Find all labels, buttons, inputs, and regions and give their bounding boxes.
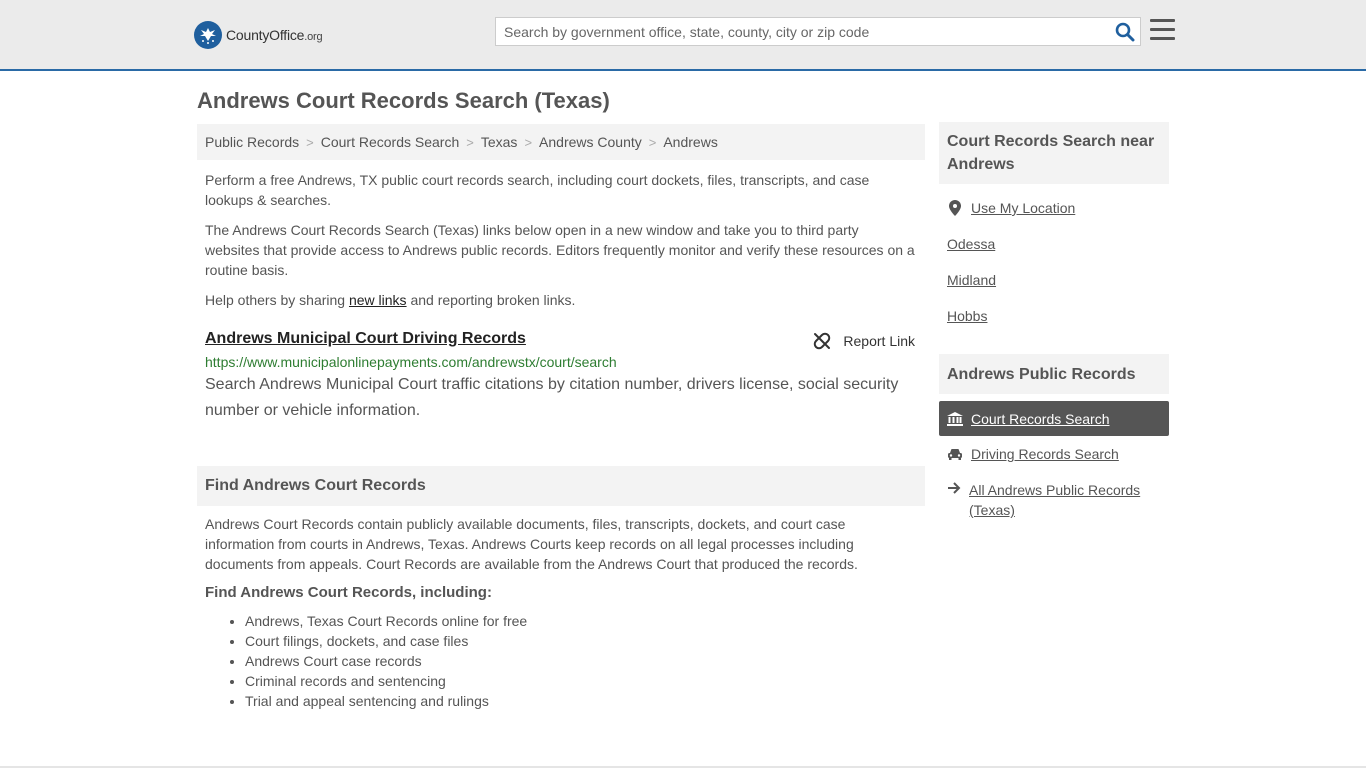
breadcrumb-andrews-county[interactable]: Andrews County bbox=[539, 134, 642, 150]
breadcrumb-separator: > bbox=[306, 134, 314, 150]
intro-report-text: and reporting broken links. bbox=[406, 292, 576, 308]
search-bar bbox=[495, 17, 1141, 46]
breadcrumb-andrews[interactable]: Andrews bbox=[663, 134, 717, 150]
intro-paragraph-3: Help others by sharing new links and rep… bbox=[205, 290, 917, 310]
list-item: Trial and appeal sentencing and rulings bbox=[245, 691, 917, 711]
search-input[interactable] bbox=[496, 18, 1108, 45]
list-item: Court filings, dockets, and case files bbox=[245, 631, 917, 651]
find-records-heading: Find Andrews Court Records bbox=[197, 466, 925, 506]
report-link-button[interactable]: Report Link bbox=[813, 332, 915, 350]
intro-paragraph-1: Perform a free Andrews, TX public court … bbox=[205, 172, 870, 208]
arrow-right-icon bbox=[947, 482, 961, 494]
breadcrumb-separator: > bbox=[648, 134, 657, 150]
result-title-link[interactable]: Andrews Municipal Court Driving Records bbox=[205, 330, 526, 348]
intro-text: Perform a free Andrews, TX public court … bbox=[197, 170, 925, 310]
nearby-city-odessa-link[interactable]: Odessa bbox=[947, 236, 995, 252]
find-records-paragraph: Andrews Court Records contain publicly a… bbox=[205, 516, 858, 572]
intro-share-text: Help others by sharing bbox=[205, 292, 349, 308]
result-url: https://www.municipalonlinepayments.com/… bbox=[205, 354, 617, 370]
sidebar-item-court-records[interactable]: Court Records Search bbox=[939, 401, 1169, 436]
use-my-location-link[interactable]: Use My Location bbox=[971, 200, 1075, 216]
use-location-item: Use My Location bbox=[947, 190, 1161, 226]
nearby-heading: Court Records Search near Andrews bbox=[939, 122, 1169, 184]
court-records-search-link[interactable]: Court Records Search bbox=[971, 411, 1110, 427]
breadcrumb-court-records-search[interactable]: Court Records Search bbox=[321, 134, 460, 150]
logo-text-tld: .org bbox=[304, 31, 323, 43]
find-records-subheading: Find Andrews Court Records, including: bbox=[205, 584, 492, 601]
new-links-link[interactable]: new links bbox=[349, 292, 407, 308]
breadcrumb-texas[interactable]: Texas bbox=[481, 134, 518, 150]
breadcrumb-public-records[interactable]: Public Records bbox=[205, 134, 299, 150]
nearby-city-item: Midland bbox=[947, 262, 1161, 298]
sidebar-item-all-records[interactable]: All Andrews Public Records (Texas) bbox=[947, 472, 1161, 520]
list-item: Criminal records and sentencing bbox=[245, 671, 917, 691]
main-content: Public Records > Court Records Search > … bbox=[197, 124, 925, 711]
list-item: Andrews Court case records bbox=[245, 651, 917, 671]
logo-text-main: CountyOffice bbox=[226, 27, 305, 43]
result-description: Search Andrews Municipal Court traffic c… bbox=[205, 376, 899, 419]
logo-wordmark: CountyOffice.org bbox=[226, 27, 323, 43]
eagle-seal-icon bbox=[194, 21, 222, 49]
result-card: Andrews Municipal Court Driving Records … bbox=[197, 330, 925, 424]
sidebar: Court Records Search near Andrews Use My… bbox=[939, 122, 1169, 520]
nearby-city-midland-link[interactable]: Midland bbox=[947, 272, 996, 288]
search-icon[interactable] bbox=[1115, 22, 1135, 42]
find-records-list: Andrews, Texas Court Records online for … bbox=[205, 611, 917, 711]
breadcrumb-separator: > bbox=[466, 134, 474, 150]
find-records-section: Andrews Court Records contain publicly a… bbox=[197, 514, 925, 711]
sidebar-item-driving-records[interactable]: Driving Records Search bbox=[947, 436, 1161, 472]
all-public-records-link[interactable]: All Andrews Public Records (Texas) bbox=[969, 480, 1161, 520]
courthouse-icon bbox=[947, 411, 963, 426]
breadcrumb: Public Records > Court Records Search > … bbox=[197, 124, 925, 160]
driving-records-search-link[interactable]: Driving Records Search bbox=[971, 446, 1119, 462]
public-records-list: Court Records Search Driving Records Sea… bbox=[939, 401, 1169, 520]
public-records-heading: Andrews Public Records bbox=[939, 354, 1169, 394]
page-title: Andrews Court Records Search (Texas) bbox=[197, 88, 610, 113]
nearby-city-item: Hobbs bbox=[947, 298, 1161, 334]
intro-paragraph-2: The Andrews Court Records Search (Texas)… bbox=[205, 222, 915, 278]
map-pin-icon bbox=[947, 200, 963, 216]
broken-link-icon bbox=[814, 332, 831, 350]
report-link-label: Report Link bbox=[843, 333, 915, 349]
hamburger-menu-icon[interactable] bbox=[1150, 19, 1175, 41]
car-icon bbox=[947, 448, 963, 460]
breadcrumb-separator: > bbox=[524, 134, 533, 150]
top-header: CountyOffice.org bbox=[0, 0, 1366, 71]
site-logo[interactable]: CountyOffice.org bbox=[194, 21, 323, 49]
nearby-city-hobbs-link[interactable]: Hobbs bbox=[947, 308, 987, 324]
nearby-list: Use My Location Odessa Midland Hobbs bbox=[939, 190, 1169, 334]
nearby-city-item: Odessa bbox=[947, 226, 1161, 262]
list-item: Andrews, Texas Court Records online for … bbox=[245, 611, 917, 631]
